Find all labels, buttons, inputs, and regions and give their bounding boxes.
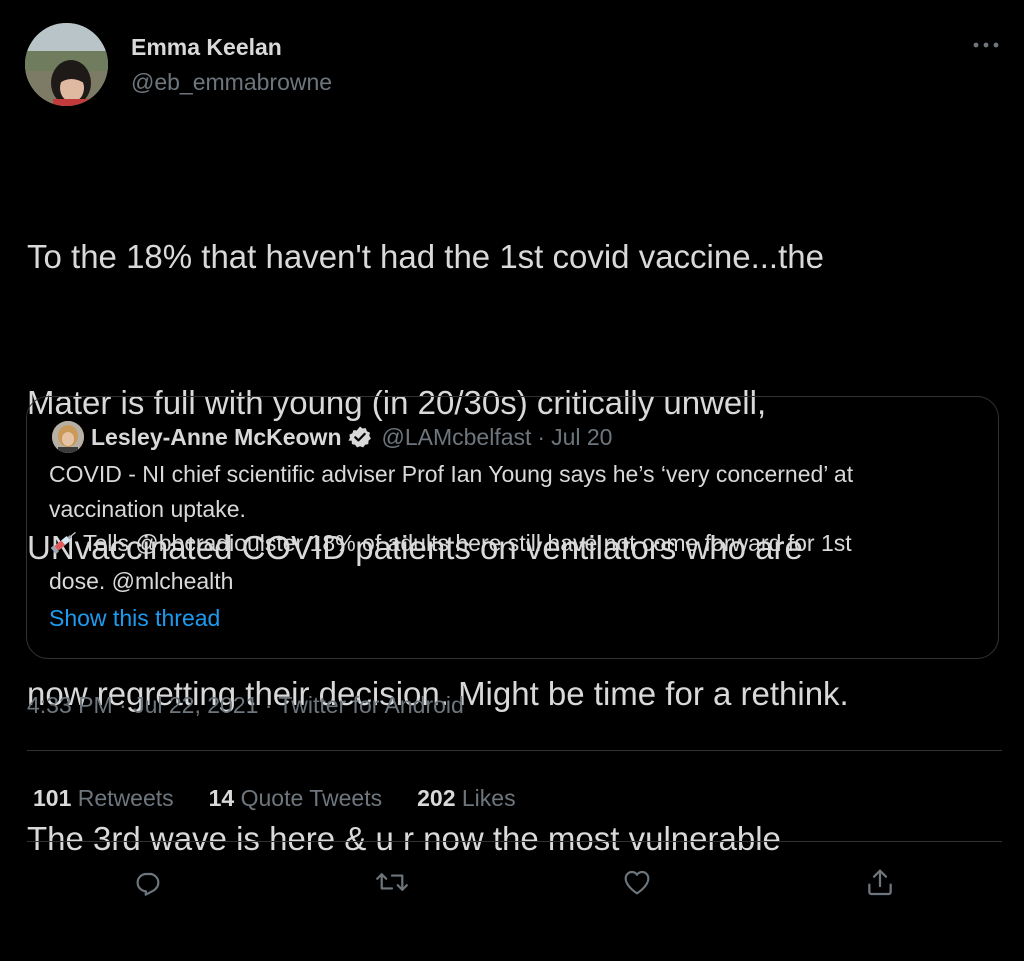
quoted-author-avatar[interactable] <box>52 421 84 453</box>
divider <box>27 750 1002 751</box>
likes-stat[interactable]: 202 Likes <box>417 785 515 812</box>
retweets-count: 101 <box>33 784 72 811</box>
show-thread-link[interactable]: Show this thread <box>49 605 220 632</box>
quote-tweets-label: Quote Tweets <box>240 784 383 811</box>
divider <box>27 841 1002 842</box>
meta-separator: · <box>537 423 546 450</box>
tweet-timestamp[interactable]: 4:33 PM · Jul 22, 2021 · Twitter for And… <box>27 692 464 719</box>
quoted-text-line-with-emoji: Tells @bbcradioulster 18% of adults here… <box>49 526 984 564</box>
reply-button[interactable] <box>129 862 169 902</box>
retweets-label: Retweets <box>77 784 174 811</box>
verified-badge-icon <box>347 425 372 449</box>
syringe-emoji-icon <box>49 529 79 564</box>
quoted-tweet-card[interactable]: Lesley-Anne McKeown @LAMcbelfast · Jul 2… <box>26 396 999 659</box>
quoted-tweet-text: COVID - NI chief scientific adviser Prof… <box>49 457 984 598</box>
quote-tweets-stat[interactable]: 14 Quote Tweets <box>209 785 382 812</box>
more-icon <box>973 42 999 48</box>
author-avatar-image <box>25 23 108 106</box>
quoted-tweet-header: Lesley-Anne McKeown @LAMcbelfast · Jul 2… <box>91 421 612 453</box>
quoted-text-line: Tells @bbcradioulster 18% of adults here… <box>83 530 852 556</box>
tweet-text-line: To the 18% that haven't had the 1st covi… <box>27 238 824 275</box>
tweet-detail: Emma Keelan @eb_emmabrowne To the 18% th… <box>0 0 1024 917</box>
more-options-button[interactable] <box>968 33 1004 57</box>
retweet-button[interactable] <box>372 862 412 902</box>
quoted-author-name[interactable]: Lesley-Anne McKeown <box>91 424 342 451</box>
heart-icon <box>624 870 650 895</box>
like-button[interactable] <box>617 862 657 902</box>
quoted-text-line: vaccination uptake. <box>49 495 246 522</box>
quoted-avatar-image <box>52 421 84 453</box>
quoted-text-line: COVID - NI chief scientific adviser Prof… <box>49 461 854 487</box>
author-handle[interactable]: @eb_emmabrowne <box>131 69 332 96</box>
reply-icon <box>136 872 160 896</box>
quote-tweets-count: 14 <box>208 784 235 811</box>
quoted-author-handle[interactable]: @LAMcbelfast <box>382 424 532 451</box>
share-button[interactable] <box>860 862 900 902</box>
quoted-tweet-date[interactable]: Jul 20 <box>551 424 612 451</box>
author-avatar[interactable] <box>25 23 108 106</box>
retweets-stat[interactable]: 101 Retweets <box>33 785 174 812</box>
tweet-stats: 101 Retweets 14 Quote Tweets 202 Likes <box>33 783 551 813</box>
tweet-text-line: The 3rd wave is here & u r now the most … <box>27 820 781 857</box>
author-name[interactable]: Emma Keelan <box>131 34 282 61</box>
retweet-icon <box>376 873 408 891</box>
likes-count: 202 <box>417 784 456 811</box>
share-icon <box>868 869 892 896</box>
likes-label: Likes <box>461 784 516 811</box>
quoted-text-line: dose. @mlchealth <box>49 567 234 594</box>
